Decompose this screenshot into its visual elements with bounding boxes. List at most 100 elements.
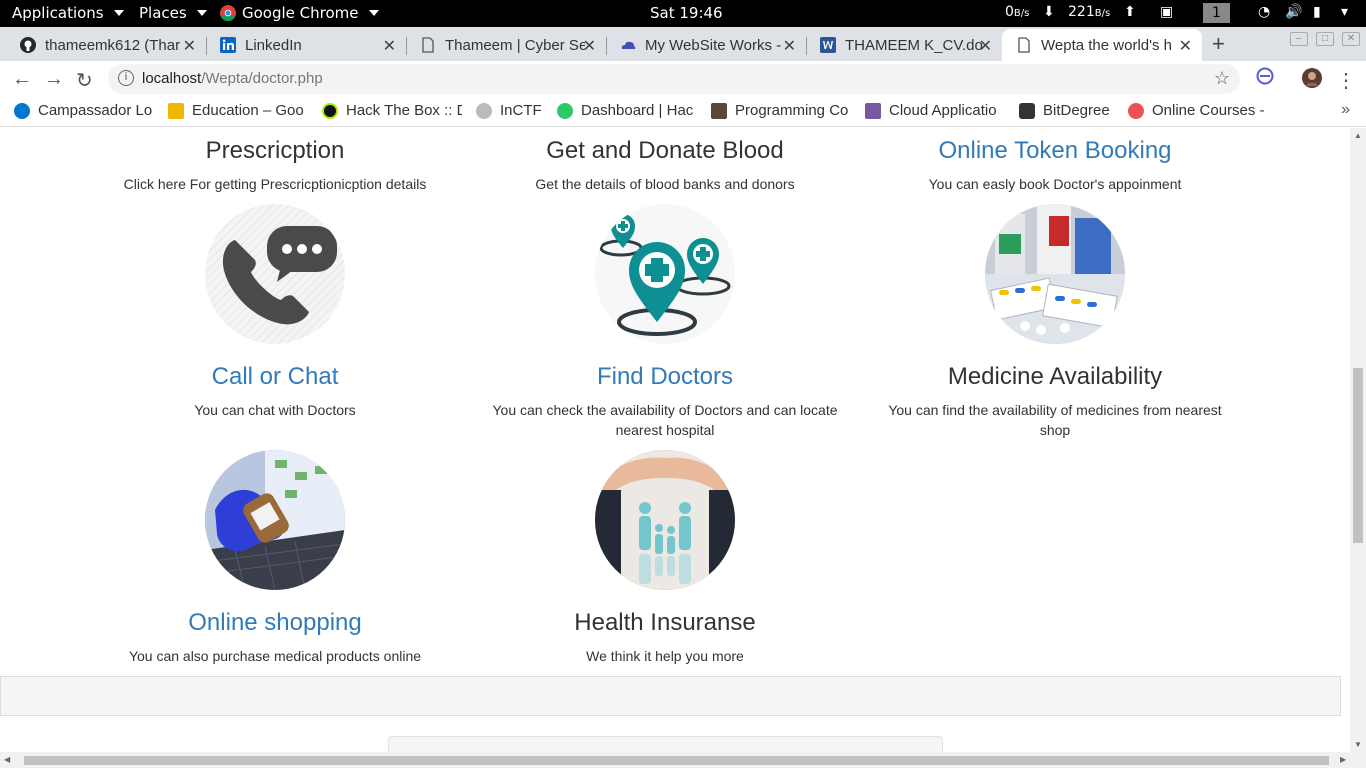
service-token-booking: Online Token Booking You can easly book … <box>880 136 1230 194</box>
minimize-icon[interactable]: – <box>1290 32 1308 46</box>
browser-tab[interactable]: My WebSite Works - ✕ <box>606 29 806 61</box>
app-menu-label: Google Chrome <box>242 4 359 22</box>
location-pins-icon <box>599 214 731 336</box>
phone-chat-icon <box>205 204 345 344</box>
bookmark-item[interactable]: Education – Goo <box>168 102 308 119</box>
window-close-icon[interactable]: ✕ <box>1342 32 1360 46</box>
service-title-link[interactable]: Call or Chat <box>100 362 450 392</box>
service-find-doctors: Find Doctors You can check the availabil… <box>490 362 840 440</box>
find-doctors-image[interactable] <box>595 204 735 344</box>
browser-tab[interactable]: thameemk612 (Thar ✕ <box>6 29 206 61</box>
scroll-down-icon[interactable]: ▼ <box>1354 740 1362 749</box>
workspace-indicator[interactable]: 1 <box>1203 3 1230 23</box>
places-menu[interactable]: Places <box>139 4 207 22</box>
close-icon[interactable]: ✕ <box>183 36 196 56</box>
service-medicine: Medicine Availability You can find the a… <box>880 362 1230 440</box>
bookmark-item[interactable]: InCTF <box>476 102 546 119</box>
browser-tab[interactable]: LinkedIn ✕ <box>206 29 406 61</box>
service-desc: Click here For getting Prescricptionicpt… <box>123 176 427 192</box>
bookmark-item[interactable]: BitDegree <box>1019 102 1119 119</box>
health-insurance-image[interactable] <box>595 450 735 590</box>
bookmark-item[interactable]: Online Courses - <box>1128 102 1268 119</box>
close-icon[interactable]: ✕ <box>1179 36 1192 56</box>
tab-strip: thameemk612 (Thar ✕ LinkedIn ✕ Thameem |… <box>0 27 1366 61</box>
address-url[interactable]: localhost/Wepta/doctor.php <box>142 70 323 87</box>
codechef-icon <box>711 102 727 119</box>
scrollbar-thumb[interactable] <box>1353 368 1363 543</box>
clock[interactable]: Sat 19:46 <box>650 4 723 22</box>
net-up-indicator: 221B/s <box>1068 4 1111 20</box>
bookmark-item[interactable]: Hack The Box :: D <box>322 102 462 119</box>
bookmarks-bar: Campassador Lo Education – Goo Hack The … <box>0 97 1366 127</box>
profile-avatar[interactable] <box>1302 68 1322 94</box>
page-icon <box>422 37 434 53</box>
phone-chat-image[interactable] <box>205 204 345 344</box>
footer-panel <box>388 736 943 752</box>
battery-icon[interactable]: ▮ <box>1313 4 1321 20</box>
service-title-link[interactable]: Online shopping <box>100 608 450 638</box>
scrollbar-thumb[interactable] <box>24 756 1329 765</box>
system-top-bar: Applications Places Google Chrome Sat 19… <box>0 0 1366 27</box>
wifi-icon[interactable]: ◔ <box>1258 4 1270 20</box>
service-title: Get and Donate Blood <box>546 137 784 164</box>
htb-icon <box>322 102 338 119</box>
close-icon[interactable]: ✕ <box>783 36 796 56</box>
online-shopping-image[interactable] <box>205 450 345 590</box>
kebab-menu-icon[interactable]: ⋮ <box>1336 68 1356 93</box>
footer-band <box>0 676 1341 716</box>
bookmark-item[interactable]: Cloud Applicatio <box>865 102 1005 119</box>
tab-label: THAMEEM K_CV.do <box>845 36 983 54</box>
medicine-image[interactable] <box>985 204 1125 344</box>
forward-arrow-icon[interactable]: → <box>44 68 64 91</box>
scroll-up-icon[interactable]: ▲ <box>1354 131 1362 140</box>
reload-icon[interactable]: ↻ <box>76 68 93 93</box>
service-title: Health Insuranse <box>574 609 756 636</box>
maximize-icon[interactable]: □ <box>1316 32 1334 46</box>
heroku-icon <box>865 102 881 119</box>
scroll-left-icon[interactable]: ◀ <box>4 755 10 764</box>
service-title-link[interactable]: Find Doctors <box>490 362 840 392</box>
close-icon[interactable]: ✕ <box>979 36 992 56</box>
bookmark-item[interactable]: Dashboard | Hac <box>557 102 697 119</box>
close-icon[interactable]: ✕ <box>583 36 596 56</box>
github-icon <box>20 37 36 53</box>
close-icon[interactable]: ✕ <box>383 36 396 56</box>
chevron-down-icon[interactable]: ▾ <box>1341 4 1348 20</box>
info-icon[interactable]: i <box>118 70 134 86</box>
window-list-icon[interactable]: ▣ <box>1160 4 1173 20</box>
pills-photo <box>985 204 1125 344</box>
volume-icon[interactable]: 🔊 <box>1285 4 1302 20</box>
service-desc: We think it help you more <box>586 648 744 664</box>
udemy-icon <box>1128 102 1144 119</box>
browser-tab-active[interactable]: Wepta the world's h ✕ <box>1002 29 1202 61</box>
bitdegree-icon <box>1019 102 1035 119</box>
page-viewport: Prescricption Click here For getting Pre… <box>0 128 1350 752</box>
bookmark-star-icon[interactable]: ☆ <box>1214 68 1230 89</box>
service-desc: You can find the availability of medicin… <box>888 402 1222 438</box>
chevron-down-icon <box>196 10 207 16</box>
service-title: Medicine Availability <box>947 363 1163 390</box>
vertical-scrollbar[interactable]: ▲ ▼ <box>1350 128 1366 752</box>
browser-tab[interactable]: Thameem | Cyber Se ✕ <box>406 29 606 61</box>
inctf-icon <box>476 102 492 119</box>
address-bar[interactable]: i localhost/Wepta/doctor.php ☆ <box>108 64 1240 94</box>
new-tab-plus-icon[interactable]: + <box>1212 31 1225 57</box>
service-health-insurance: Health Insuranse We think it help you mo… <box>490 608 840 666</box>
scroll-right-icon[interactable]: ▶ <box>1340 755 1346 764</box>
family-protection-photo <box>595 450 735 590</box>
app-menu-chrome[interactable]: Google Chrome <box>220 4 379 22</box>
service-online-shopping: Online shopping You can also purchase me… <box>100 608 450 666</box>
hackerrank-icon <box>557 102 573 119</box>
horizontal-scrollbar[interactable]: ◀ ▶ <box>0 752 1366 768</box>
service-title-link[interactable]: Online Token Booking <box>880 136 1230 166</box>
extension-icon[interactable] <box>1256 67 1274 91</box>
chevron-down-icon <box>368 10 379 16</box>
applications-menu[interactable]: Applications <box>12 4 124 22</box>
bookmark-item[interactable]: Programming Co <box>711 102 851 119</box>
chevron-right-icon[interactable]: » <box>1341 101 1350 119</box>
service-desc: You can check the availability of Doctor… <box>492 402 838 438</box>
browser-tab[interactable]: THAMEEM K_CV.do ✕ <box>806 29 1002 61</box>
back-arrow-icon[interactable]: ← <box>12 68 32 91</box>
bookmark-item[interactable]: Campassador Lo <box>14 102 154 119</box>
tab-label: My WebSite Works - <box>645 36 782 54</box>
